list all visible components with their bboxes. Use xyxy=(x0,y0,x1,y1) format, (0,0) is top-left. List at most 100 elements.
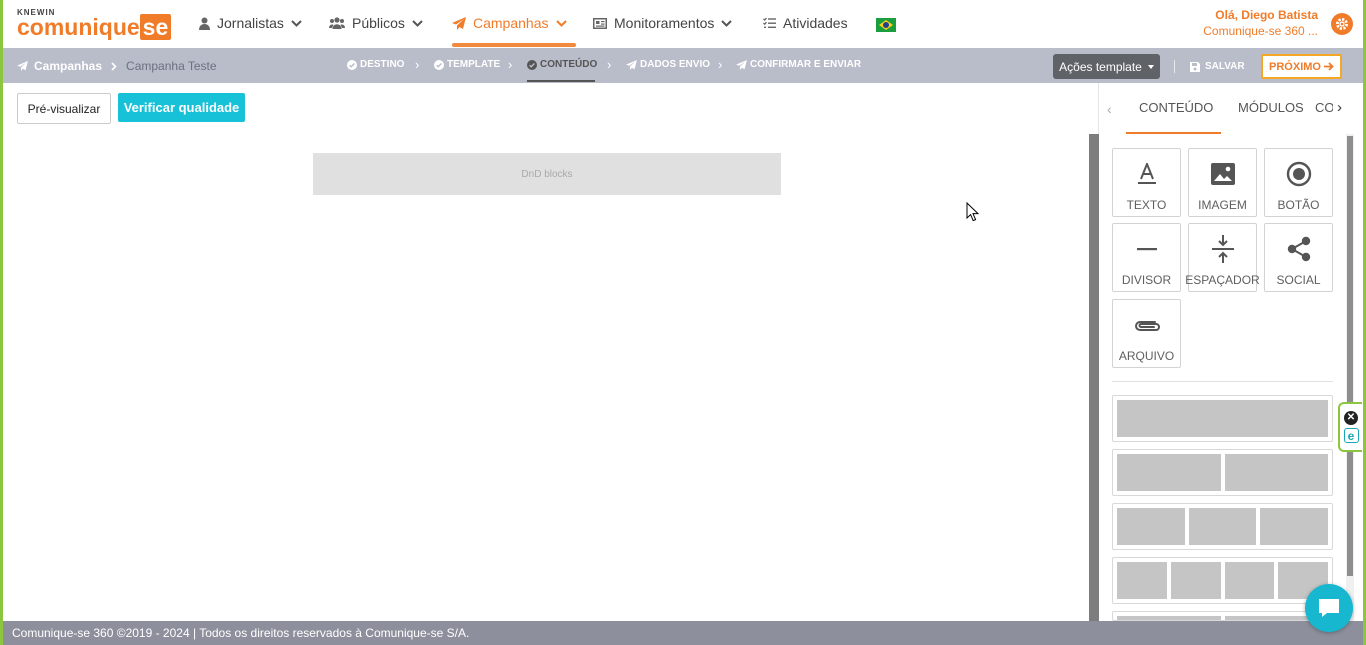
block-label: BOTÃO xyxy=(1277,198,1320,212)
step-chevron-icon: › xyxy=(415,57,420,72)
brand-name-main: comunique xyxy=(17,14,140,40)
spacer-icon xyxy=(1211,235,1234,263)
block-divisor[interactable]: DIVISOR xyxy=(1112,223,1181,292)
block-texto[interactable]: TEXTO xyxy=(1112,148,1181,217)
save-button[interactable]: SALVAR xyxy=(1190,61,1245,72)
check-circle-icon xyxy=(347,59,357,70)
tabs-prev-icon[interactable]: ‹ xyxy=(1107,101,1112,117)
block-imagem[interactable]: IMAGEM xyxy=(1188,148,1257,217)
close-icon[interactable]: ✕ xyxy=(1344,411,1358,425)
layout-two-columns[interactable] xyxy=(1112,449,1333,496)
nav-item-campanhas[interactable]: Campanhas xyxy=(452,15,567,31)
step-label: CONFIRMAR E ENVIAR xyxy=(750,59,862,70)
panel-divider xyxy=(1112,381,1333,382)
user-menu[interactable]: Olá, Diego Batista Comunique-se 360 ... xyxy=(1203,8,1318,38)
user-name: Olá, Diego Batista xyxy=(1215,8,1318,22)
paper-plane-icon xyxy=(736,59,747,70)
mouse-cursor-icon xyxy=(966,202,979,222)
paper-plane-icon xyxy=(17,61,28,71)
breadcrumb-current: Campanha Teste xyxy=(126,59,217,73)
block-label: ARQUIVO xyxy=(1118,349,1175,363)
step-confirmar-enviar[interactable]: CONFIRMAR E ENVIAR xyxy=(736,59,861,70)
tab-modulos[interactable]: MÓDULOS xyxy=(1238,100,1304,115)
list-check-icon xyxy=(763,17,776,28)
paperclip-icon xyxy=(1134,321,1160,331)
arrow-right-icon xyxy=(1323,62,1334,71)
current-step-indicator xyxy=(527,80,595,82)
layout-three-columns[interactable] xyxy=(1112,503,1333,550)
block-social[interactable]: SOCIAL xyxy=(1264,223,1333,292)
newspaper-icon xyxy=(593,17,607,29)
layout-one-column[interactable] xyxy=(1112,395,1333,442)
step-chevron-icon: › xyxy=(718,57,723,72)
preview-button[interactable]: Pré-visualizar xyxy=(17,93,111,124)
nav-item-label: Jornalistas xyxy=(217,15,284,31)
tab-co[interactable]: CO xyxy=(1315,100,1333,115)
save-label: SALVAR xyxy=(1205,61,1245,72)
step-conteudo[interactable]: CONTEÚDO xyxy=(527,59,597,70)
campaign-subheader: Campanhas Campanha Teste DESTINO › TEMPL… xyxy=(3,48,1363,83)
tabs-next-icon[interactable]: › xyxy=(1337,99,1342,116)
breadcrumb: Campanhas Campanha Teste xyxy=(17,59,217,73)
divider xyxy=(1174,60,1175,73)
brand-logo[interactable]: KNEWIN comunique se xyxy=(17,8,172,40)
check-circle-icon xyxy=(527,59,537,70)
block-botao[interactable]: BOTÃO xyxy=(1264,148,1333,217)
step-chevron-icon: › xyxy=(508,57,513,72)
block-espacador[interactable]: ESPAÇADOR xyxy=(1185,223,1260,292)
accessibility-widget[interactable]: ✕ e xyxy=(1338,402,1362,452)
breadcrumb-root[interactable]: Campanhas xyxy=(34,59,102,73)
nav-item-jornalistas[interactable]: Jornalistas xyxy=(199,15,302,31)
block-label: IMAGEM xyxy=(1198,198,1247,212)
floppy-disk-icon xyxy=(1190,61,1200,72)
next-button[interactable]: PRÓXIMO xyxy=(1261,54,1342,79)
caret-down-icon xyxy=(1147,64,1154,69)
divider-icon xyxy=(1136,248,1157,251)
step-destino[interactable]: DESTINO xyxy=(347,59,404,70)
gear-icon xyxy=(1336,18,1348,30)
nav-item-atividades[interactable]: Atividades xyxy=(763,15,848,31)
step-label: TEMPLATE xyxy=(447,59,501,70)
chat-button[interactable] xyxy=(1305,584,1353,632)
top-navigation: KNEWIN comunique se Jornalistas Públicos … xyxy=(0,0,1366,48)
panel-scrollbar-thumb[interactable] xyxy=(1347,136,1353,576)
step-label: DADOS ENVIO xyxy=(640,59,711,70)
chevron-down-icon xyxy=(291,19,302,27)
share-icon xyxy=(1287,236,1310,262)
template-actions-dropdown[interactable]: Ações template xyxy=(1053,54,1160,79)
nav-item-label: Atividades xyxy=(783,15,848,31)
e-widget-icon[interactable]: e xyxy=(1343,428,1359,443)
settings-button[interactable] xyxy=(1331,13,1353,35)
step-label: CONTEÚDO xyxy=(540,59,598,70)
paper-plane-icon xyxy=(626,59,637,70)
footer-copyright: Comunique-se 360 ©2019 - 2024 | Todos os… xyxy=(12,626,470,640)
nav-item-publicos[interactable]: Públicos xyxy=(329,15,423,31)
verify-quality-button[interactable]: Verificar qualidade xyxy=(118,93,245,122)
dnd-drop-area[interactable]: DnD blocks xyxy=(313,153,781,195)
tab-conteudo[interactable]: CONTEÚDO xyxy=(1139,100,1213,115)
nav-item-label: Campanhas xyxy=(473,15,549,31)
template-actions-label: Ações template xyxy=(1059,59,1142,74)
step-chevron-icon: › xyxy=(607,57,612,72)
nav-item-monitoramentos[interactable]: Monitoramentos xyxy=(593,15,733,31)
brazil-flag-icon[interactable] xyxy=(876,18,896,32)
layout-four-columns[interactable] xyxy=(1112,557,1333,604)
next-label: PRÓXIMO xyxy=(1269,60,1321,73)
step-template[interactable]: TEMPLATE xyxy=(434,59,500,70)
button-icon xyxy=(1286,161,1311,187)
users-icon xyxy=(329,17,345,29)
image-icon xyxy=(1210,163,1235,185)
panel-tabs: ‹ CONTEÚDO MÓDULOS CO › xyxy=(1098,83,1360,134)
check-circle-icon xyxy=(434,59,444,70)
brand-name: comunique se xyxy=(17,14,172,40)
block-label: SOCIAL xyxy=(1276,273,1321,287)
paper-plane-icon xyxy=(452,16,466,30)
step-dados-envio[interactable]: DADOS ENVIO xyxy=(626,59,710,70)
brand-name-se: se xyxy=(139,14,172,40)
nav-item-label: Públicos xyxy=(352,15,405,31)
layout-partial[interactable] xyxy=(1112,611,1333,621)
block-arquivo[interactable]: ARQUIVO xyxy=(1112,299,1181,368)
panel-left-edge xyxy=(1089,134,1099,621)
text-icon xyxy=(1137,163,1156,184)
chevron-down-icon xyxy=(412,19,423,27)
